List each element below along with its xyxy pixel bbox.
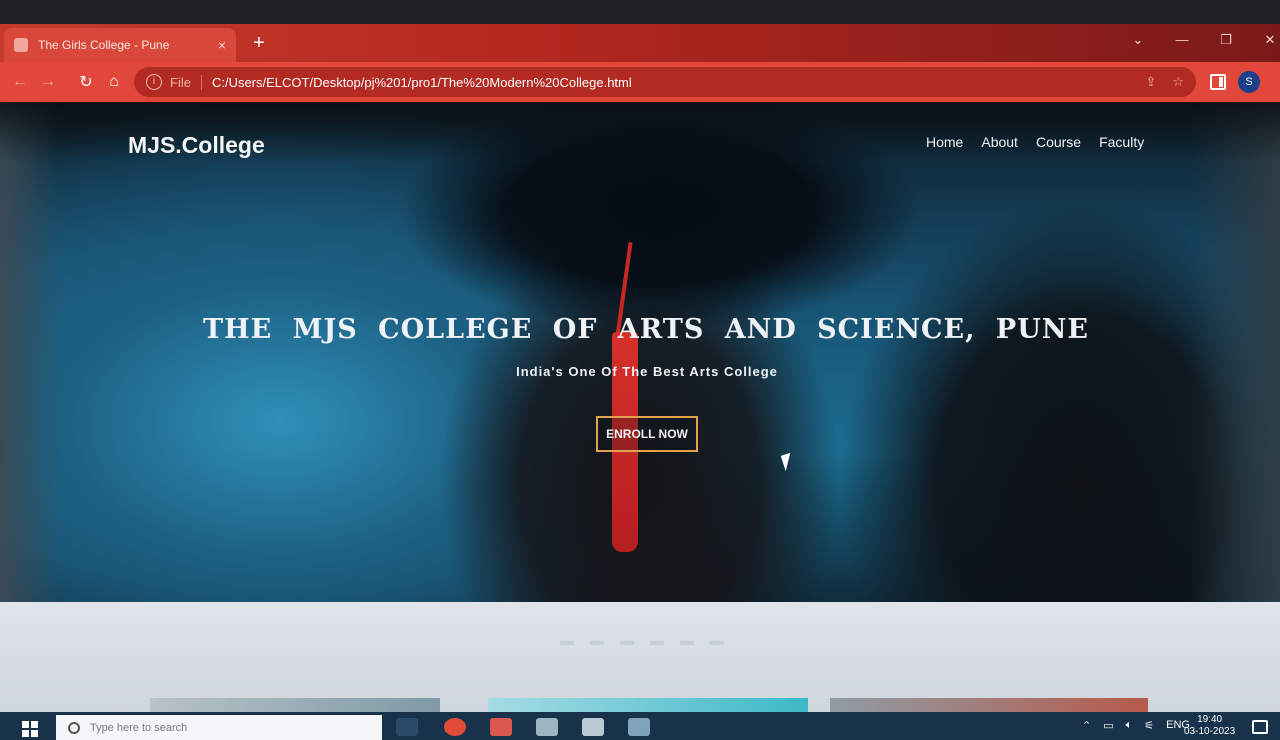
app-icon[interactable]	[490, 718, 512, 736]
hero-vignette-left	[0, 102, 60, 602]
url-text[interactable]: C:/Users/ELCOT/Desktop/pj%201/pro1/The%2…	[212, 75, 1145, 90]
omnibox-actions: ⇪ ☆	[1145, 74, 1184, 90]
scheme-label: File	[170, 74, 202, 90]
browser-tab-strip: The Girls College - Pune × + ⌄ — ❐ ✕	[0, 24, 1280, 62]
favicon-icon	[14, 38, 28, 52]
hero-subtitle: India's One Of The Best Arts College	[516, 364, 778, 379]
browser-tab[interactable]: The Girls College - Pune ×	[4, 28, 236, 62]
network-icon[interactable]: ⚟	[1144, 719, 1154, 732]
clock-date: 03-10-2023	[1184, 726, 1236, 737]
address-bar[interactable]: i File C:/Users/ELCOT/Desktop/pj%201/pro…	[134, 67, 1196, 97]
search-icon	[68, 722, 80, 734]
share-icon[interactable]: ⇪	[1145, 74, 1156, 90]
tab-title: The Girls College - Pune	[38, 38, 170, 52]
side-panel-icon[interactable]	[1210, 74, 1226, 90]
browser-toolbar: ← → ↻ ⌂ i File C:/Users/ELCOT/Desktop/pj…	[0, 62, 1280, 102]
profile-avatar[interactable]: S	[1238, 71, 1260, 93]
next-section: ▬ ▬ ▬ ▬ ▬ ▬	[0, 602, 1280, 712]
volume-icon[interactable]: 🔈︎	[1126, 719, 1133, 732]
hero-title: THE MJS COLLEGE OF ARTS AND SCIENCE, PUN…	[202, 314, 1090, 345]
nav-link-faculty[interactable]: Faculty	[1099, 134, 1144, 150]
tray-chevron-icon[interactable]: ⌃	[1082, 719, 1091, 732]
back-button[interactable]: ←	[6, 68, 34, 96]
tab-search-icon[interactable]: ⌄	[1128, 32, 1148, 48]
web-page: MJS.College Home About Course Faculty TH…	[0, 102, 1280, 712]
thumbnail-image	[150, 698, 440, 712]
taskbar-clock[interactable]: 19:40 03-10-2023	[1184, 714, 1235, 738]
new-tab-button[interactable]: +	[248, 32, 270, 54]
site-navbar: MJS.College Home About Course Faculty	[0, 102, 1280, 162]
notification-icon[interactable]	[1252, 720, 1268, 734]
home-button[interactable]: ⌂	[100, 68, 128, 96]
minimize-button[interactable]: —	[1172, 32, 1192, 48]
nav-link-home[interactable]: Home	[926, 134, 963, 150]
section-heading-faded: ▬ ▬ ▬ ▬ ▬ ▬	[560, 632, 730, 648]
bookmark-star-icon[interactable]: ☆	[1172, 74, 1184, 90]
restore-button[interactable]: ❐	[1216, 32, 1236, 48]
window-controls: ⌄ — ❐ ✕	[1128, 32, 1280, 48]
nav-link-course[interactable]: Course	[1036, 134, 1081, 150]
file-explorer-icon[interactable]	[536, 718, 558, 736]
system-tray: ⌃ ▭ 🔈︎ ⚟ ENG	[1082, 719, 1190, 732]
screen: The Girls College - Pune × + ⌄ — ❐ ✕ ← →…	[0, 24, 1280, 740]
taskbar-search-box[interactable]: Type here to search	[56, 715, 382, 740]
mouse-cursor-icon	[780, 452, 796, 472]
document-icon[interactable]	[582, 718, 604, 736]
hero-section: MJS.College Home About Course Faculty TH…	[0, 102, 1280, 602]
search-placeholder: Type here to search	[90, 722, 188, 734]
battery-icon[interactable]: ▭	[1103, 719, 1113, 732]
store-icon[interactable]	[628, 718, 650, 736]
chrome-icon[interactable]	[444, 718, 466, 736]
close-window-button[interactable]: ✕	[1260, 32, 1280, 48]
task-view-icon[interactable]	[396, 718, 418, 736]
enroll-now-button[interactable]: ENROLL NOW	[596, 416, 698, 452]
clock-time: 19:40	[1197, 714, 1223, 725]
windows-start-icon[interactable]	[22, 721, 38, 737]
hero-vignette-right	[1190, 102, 1280, 602]
reload-button[interactable]: ↻	[72, 68, 100, 96]
tab-close-icon[interactable]: ×	[218, 37, 226, 53]
site-brand-logo[interactable]: MJS.College	[128, 132, 265, 159]
nav-link-about[interactable]: About	[981, 134, 1018, 150]
site-menu: Home About Course Faculty	[926, 134, 1144, 150]
thumbnail-image	[488, 698, 808, 712]
windows-taskbar: Type here to search ⌃ ▭ 🔈︎ ⚟ ENG 19:40 0…	[0, 712, 1280, 740]
thumbnail-image	[830, 698, 1148, 712]
forward-button[interactable]: →	[34, 68, 62, 96]
info-icon[interactable]: i	[146, 74, 162, 90]
